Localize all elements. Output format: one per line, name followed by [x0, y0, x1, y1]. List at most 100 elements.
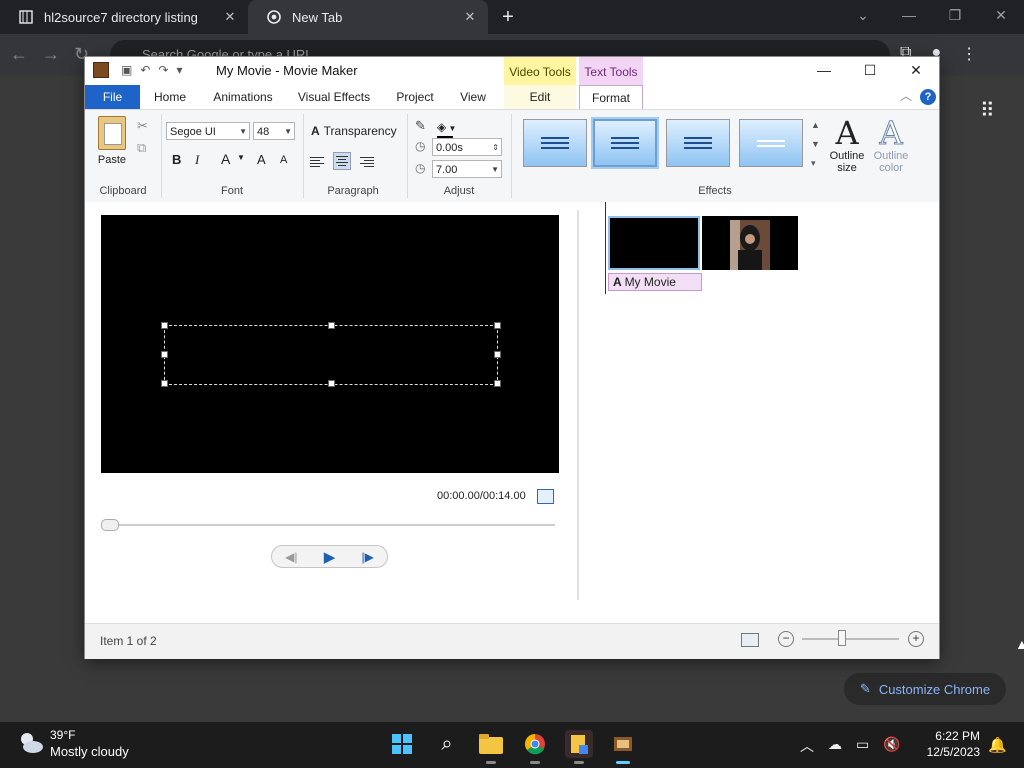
bold-button[interactable]: B — [172, 152, 181, 167]
volume-icon[interactable]: 🔇 — [883, 736, 900, 756]
zoom-slider[interactable] — [802, 638, 899, 640]
close-icon[interactable]: ✕ — [218, 9, 242, 25]
grow-font-button[interactable]: A — [257, 152, 266, 167]
back-icon[interactable]: ← — [10, 44, 28, 65]
forward-icon[interactable]: → — [42, 44, 60, 65]
fullscreen-icon[interactable] — [537, 489, 554, 504]
transparency-button[interactable]: A Transparency — [311, 124, 397, 138]
resize-handle[interactable] — [494, 322, 501, 329]
outline-color-button[interactable]: A Outline color — [869, 116, 913, 175]
restore-icon[interactable]: ❐ — [932, 0, 978, 30]
close-icon[interactable]: ✕ — [978, 0, 1024, 30]
seek-thumb[interactable] — [101, 519, 119, 531]
font-color-button[interactable]: A — [221, 151, 230, 167]
redo-icon[interactable]: ↷ — [158, 63, 168, 77]
movie-maker-taskbar-icon[interactable] — [609, 730, 637, 764]
effect-thumbnail-zoom-in[interactable] — [591, 117, 659, 169]
playhead[interactable] — [605, 202, 606, 294]
zoom-in-icon[interactable]: + — [908, 631, 924, 647]
resize-handle[interactable] — [161, 380, 168, 387]
font-family-select[interactable]: Segoe UI ▼ — [166, 122, 250, 140]
more-effects-icon[interactable]: ▾ — [811, 158, 820, 169]
collapse-ribbon-icon[interactable]: ︿ — [900, 87, 912, 104]
resize-handle[interactable] — [328, 380, 335, 387]
tab-view[interactable]: View — [453, 85, 493, 109]
scroll-up-icon[interactable]: ▲ — [811, 120, 820, 130]
play-icon[interactable]: ▶ — [324, 548, 336, 566]
shrink-font-button[interactable]: A — [280, 154, 287, 166]
align-left-button[interactable] — [310, 153, 328, 171]
undo-icon[interactable]: ↶ — [140, 63, 150, 77]
customize-qat-icon[interactable]: ▾ — [176, 63, 182, 77]
tab-file[interactable]: File — [85, 85, 140, 109]
effect-thumbnail-curve[interactable] — [523, 119, 587, 167]
video-preview[interactable] — [101, 215, 559, 473]
zoom-out-icon[interactable]: − — [778, 631, 794, 647]
apps-grid-icon[interactable]: ⠿ — [980, 98, 995, 123]
tab-home[interactable]: Home — [146, 85, 194, 109]
effect-thumbnail-zoom-out[interactable] — [666, 119, 730, 167]
windows-start-icon[interactable] — [388, 730, 416, 758]
chrome-icon[interactable] — [521, 730, 549, 764]
align-center-button[interactable] — [333, 152, 351, 170]
resize-handle[interactable] — [494, 351, 501, 358]
start-time-input[interactable]: 0.00s ⇕ — [432, 138, 502, 156]
browser-tab-directory-listing[interactable]: hl2source7 directory listing ✕ — [0, 0, 248, 34]
resize-handle[interactable] — [161, 322, 168, 329]
minimize-icon[interactable]: — — [886, 0, 932, 30]
text-tool-icon[interactable]: ✎ — [415, 118, 426, 134]
onedrive-icon[interactable]: ☁ — [828, 736, 842, 756]
customize-chrome-button[interactable]: ✎ Customize Chrome — [844, 673, 1006, 705]
tab-edit[interactable]: Edit — [504, 85, 576, 109]
text-caption-box[interactable] — [161, 322, 501, 387]
clock-time[interactable]: 6:22 PM — [930, 729, 980, 743]
copy-icon[interactable]: ⧉ — [137, 140, 146, 156]
tab-visual-effects[interactable]: Visual Effects — [291, 85, 377, 109]
clock-date[interactable]: 12/5/2023 — [920, 745, 980, 759]
italic-button[interactable]: I — [195, 152, 199, 168]
paste-button[interactable]: Paste — [95, 116, 129, 166]
chevron-down-icon[interactable]: ⌄ — [840, 0, 886, 30]
scroll-down-icon[interactable]: ▼ — [811, 139, 820, 149]
chevron-up-icon[interactable]: ︿ — [800, 736, 814, 756]
maximize-icon[interactable]: ☐ — [847, 57, 893, 83]
new-tab-button[interactable]: + — [496, 6, 520, 28]
seek-bar[interactable] — [101, 524, 555, 526]
file-manager-icon[interactable] — [565, 730, 593, 764]
resize-handle[interactable] — [328, 322, 335, 329]
search-icon[interactable]: ⌕ — [433, 730, 461, 758]
notification-bell-icon[interactable]: 🔔 — [988, 736, 1007, 754]
movie-maker-app-icon[interactable] — [93, 62, 109, 78]
effect-thumbnail-sparkle[interactable] — [739, 119, 803, 167]
chevron-down-icon[interactable]: ▼ — [237, 153, 245, 162]
pane-splitter[interactable] — [577, 210, 579, 600]
align-right-button[interactable] — [356, 153, 374, 171]
duration-select[interactable]: 7.00 ▼ — [432, 160, 502, 178]
save-icon[interactable]: ▣ — [121, 63, 132, 77]
menu-icon[interactable]: ⋮ — [961, 44, 977, 64]
outline-size-button[interactable]: A Outline size — [825, 116, 869, 174]
font-size-select[interactable]: 48 ▼ — [253, 122, 295, 140]
caption-item[interactable]: A My Movie — [608, 273, 702, 291]
storyboard-clip-title[interactable] — [608, 216, 700, 270]
tab-project[interactable]: Project — [391, 85, 439, 109]
resize-handle[interactable] — [494, 380, 501, 387]
network-icon[interactable]: ▭ — [856, 736, 869, 756]
minimize-icon[interactable]: — — [801, 57, 847, 83]
file-explorer-icon[interactable] — [477, 730, 505, 764]
help-icon[interactable]: ? — [920, 89, 936, 105]
thumbnail-size-icon[interactable] — [741, 633, 759, 647]
browser-tab-new-tab[interactable]: New Tab ✕ — [248, 0, 488, 34]
tab-animations[interactable]: Animations — [205, 85, 281, 109]
close-icon[interactable]: ✕ — [458, 9, 482, 25]
background-color-button[interactable]: ◈ ▼ — [437, 118, 459, 139]
next-frame-icon[interactable]: |▶ — [361, 550, 373, 564]
cloud-moon-icon[interactable] — [18, 730, 44, 756]
previous-frame-icon[interactable]: ◀| — [285, 550, 297, 564]
storyboard-clip-video[interactable] — [702, 216, 798, 270]
resize-handle[interactable] — [161, 351, 168, 358]
zoom-slider-thumb[interactable] — [837, 630, 846, 646]
close-icon[interactable]: ✕ — [893, 57, 939, 83]
tab-format[interactable]: Format — [579, 85, 643, 109]
cut-icon[interactable]: ✂ — [137, 118, 148, 134]
